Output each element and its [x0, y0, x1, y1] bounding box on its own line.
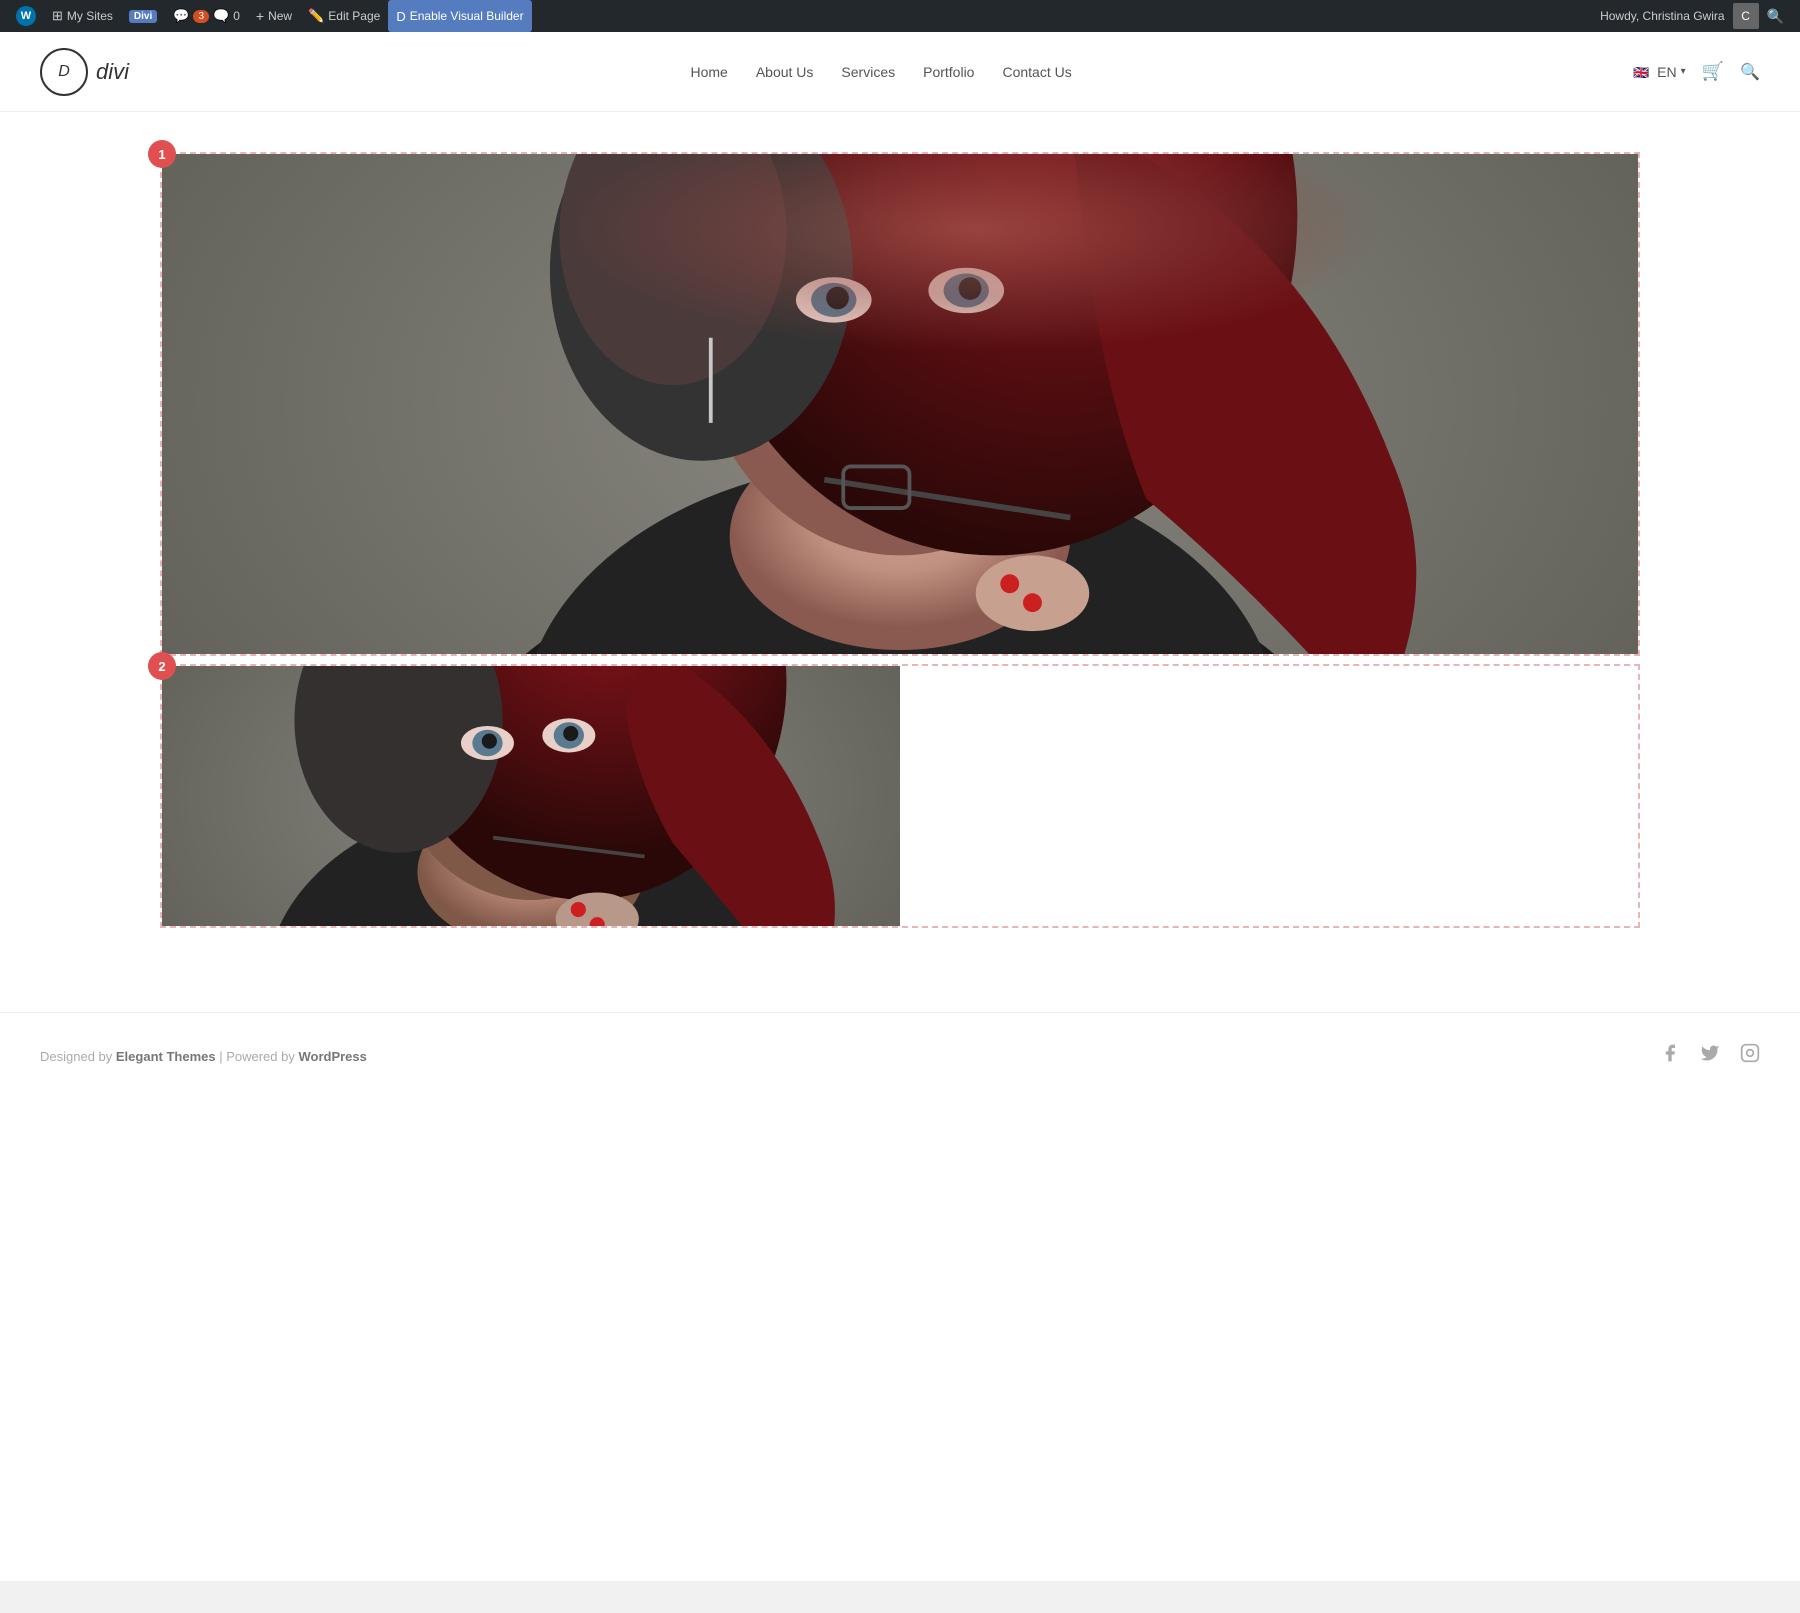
- section-2-col-right: [900, 666, 1638, 926]
- my-sites-label: My Sites: [67, 9, 113, 23]
- logo-text: divi: [96, 59, 129, 85]
- page-content: 1: [0, 112, 1800, 1012]
- footer-separator: | Powered by: [216, 1049, 299, 1064]
- nav-home[interactable]: Home: [690, 64, 727, 80]
- wp-logo: W: [16, 6, 36, 26]
- chevron-down-icon: ▾: [1681, 66, 1686, 77]
- nav-about[interactable]: About Us: [756, 64, 814, 80]
- section-2-container: 2: [160, 664, 1640, 928]
- section-1-container: 1: [160, 152, 1640, 656]
- grid-icon: ⊞: [52, 8, 63, 24]
- section-2-number: 2: [148, 652, 176, 680]
- wp-logo-item[interactable]: W: [8, 0, 44, 32]
- nav-services[interactable]: Services: [841, 64, 895, 80]
- site-logo[interactable]: D divi: [40, 48, 129, 96]
- portrait-svg-large: [162, 154, 1638, 654]
- footer-credit: Designed by Elegant Themes | Powered by …: [40, 1049, 367, 1064]
- admin-search-icon[interactable]: 🔍: [1759, 8, 1792, 25]
- site-header: D divi Home About Us Services Portfolio …: [0, 32, 1800, 112]
- nav-contact[interactable]: Contact Us: [1002, 64, 1071, 80]
- divi-d-icon: D: [396, 9, 405, 24]
- site-nav: Home About Us Services Portfolio Contact…: [690, 64, 1071, 80]
- enable-vb-item[interactable]: D Enable Visual Builder: [388, 0, 531, 32]
- instagram-icon[interactable]: [1740, 1043, 1760, 1069]
- flag-icon: 🇬🇧: [1633, 65, 1653, 79]
- main-wrapper: D divi Home About Us Services Portfolio …: [0, 32, 1800, 1581]
- nav-right: 🇬🇧 EN ▾ 🛒 🔍: [1633, 61, 1760, 82]
- elegant-themes-link[interactable]: Elegant Themes: [116, 1049, 216, 1064]
- facebook-icon[interactable]: [1660, 1043, 1680, 1069]
- section-2-row: [162, 666, 1638, 926]
- new-item[interactable]: + New: [248, 0, 300, 32]
- photo-small: [162, 666, 900, 926]
- wordpress-link[interactable]: WordPress: [298, 1049, 366, 1064]
- edit-page-item[interactable]: ✏️ Edit Page: [300, 0, 388, 32]
- enable-vb-label: Enable Visual Builder: [410, 9, 524, 23]
- search-nav-icon[interactable]: 🔍: [1740, 62, 1760, 82]
- footer-credit-text: Designed by: [40, 1049, 116, 1064]
- section-1-number: 1: [148, 140, 176, 168]
- lang-selector[interactable]: 🇬🇧 EN ▾: [1633, 64, 1685, 80]
- admin-avatar[interactable]: C: [1733, 3, 1759, 29]
- nav-portfolio[interactable]: Portfolio: [923, 64, 974, 80]
- new-label: New: [268, 9, 292, 23]
- edit-page-label: Edit Page: [328, 9, 380, 23]
- logo-circle: D: [40, 48, 88, 96]
- comments-item[interactable]: 💬 3 🗨️ 0: [165, 0, 248, 32]
- footer-social: [1660, 1043, 1760, 1069]
- divi-badge: Divi: [129, 10, 157, 23]
- logo-letter: D: [58, 63, 70, 81]
- comment-icon: 💬: [173, 8, 189, 24]
- comments-count: 3: [193, 10, 209, 23]
- plus-icon: +: [256, 8, 264, 24]
- post-icon: 🗨️: [213, 8, 229, 24]
- divi-item[interactable]: Divi: [121, 0, 165, 32]
- section-1-image: [162, 154, 1638, 654]
- howdy-text: Howdy, Christina Gwira: [1592, 9, 1732, 23]
- lang-label: EN: [1657, 64, 1676, 80]
- section-2-image: [162, 666, 900, 926]
- admin-bar-right: Howdy, Christina Gwira C 🔍: [1592, 3, 1792, 29]
- photo-large: [162, 154, 1638, 654]
- section-2-col-left: [162, 666, 900, 926]
- my-sites-item[interactable]: ⊞ My Sites: [44, 0, 121, 32]
- cart-icon[interactable]: 🛒: [1702, 61, 1724, 82]
- site-footer: Designed by Elegant Themes | Powered by …: [0, 1012, 1800, 1099]
- portrait-svg-small: [162, 666, 900, 926]
- admin-bar: W ⊞ My Sites Divi 💬 3 🗨️ 0 + New ✏️ Edit…: [0, 0, 1800, 32]
- pencil-icon: ✏️: [308, 8, 324, 24]
- twitter-icon[interactable]: [1700, 1043, 1720, 1069]
- zero-label: 0: [233, 9, 240, 23]
